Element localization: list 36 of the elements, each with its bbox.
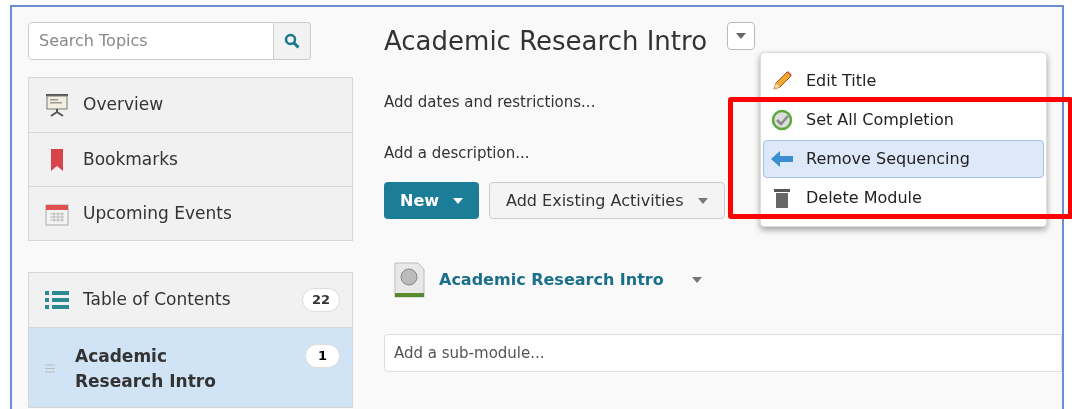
page-title: Academic Research Intro [384,24,708,58]
drag-handle-icon [45,364,55,373]
add-existing-button[interactable]: Add Existing Activities [489,182,725,219]
search-field[interactable]: Search Topics [28,22,274,60]
pencil-icon [771,70,793,92]
menu-item[interactable]: Edit Title [763,62,1044,100]
search-button[interactable] [274,22,311,60]
left-arrow-icon [771,150,793,168]
submodule-field[interactable]: Add a sub-module... [384,334,1062,372]
menu-item[interactable]: Delete Module [763,179,1044,217]
search-icon [284,33,300,49]
nav-item[interactable]: Upcoming Events [29,186,352,240]
new-button[interactable]: New [384,182,480,219]
caret-icon [697,197,708,204]
menu-item[interactable]: Set All Completion [763,101,1044,139]
bookmark-icon [50,147,64,172]
presentation-board-icon [45,93,69,117]
module-title-link[interactable]: Academic Research Intro [439,268,664,292]
description-link[interactable]: Add a description... [384,141,530,164]
caret-icon [453,197,464,204]
list-icon [45,290,69,310]
nav-item[interactable]: Overview [29,78,352,132]
nav-item[interactable]: Bookmarks [29,132,352,186]
count-badge: 22 [301,288,340,312]
count-badge: 1 [304,344,340,368]
dates-link[interactable]: Add dates and restrictions... [384,91,596,114]
module-menu-button[interactable] [691,277,702,283]
menu-item[interactable]: Remove Sequencing [763,140,1044,178]
checkmark-circle-icon [771,109,793,131]
trash-icon [773,187,791,209]
title-menu-button[interactable] [727,22,756,50]
caret-icon [736,33,747,39]
module-item[interactable]: Academic Research Intro 1 [29,327,352,407]
toc-item[interactable]: Table of Contents 22 [29,273,352,327]
calendar-icon [45,201,69,226]
caret-icon [691,277,702,283]
